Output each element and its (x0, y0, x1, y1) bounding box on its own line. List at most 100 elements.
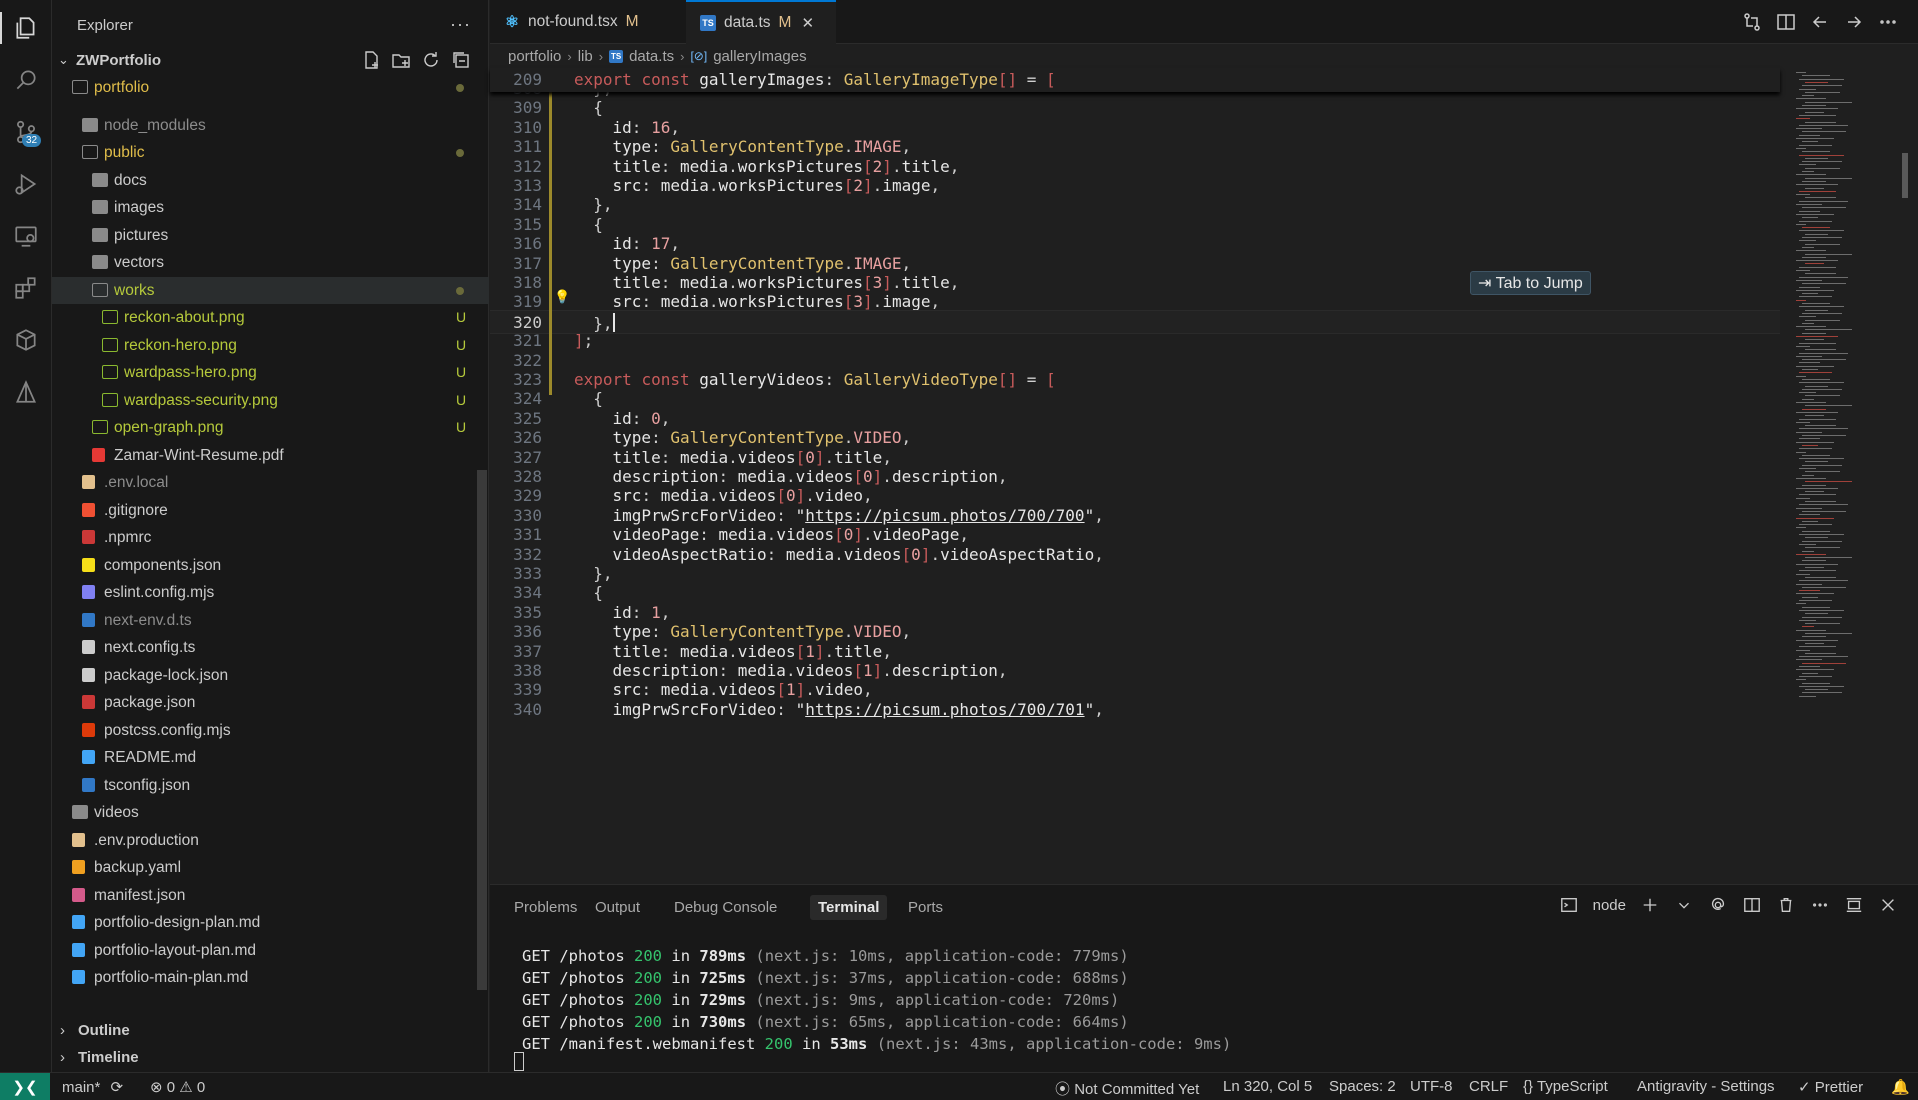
tree-item[interactable]: README.md (52, 744, 489, 771)
branch-indicator[interactable]: main* ⟳ (62, 1078, 123, 1096)
tree-item[interactable]: portfolio-layout-plan.md (52, 937, 489, 964)
tab-ports[interactable]: Ports (900, 895, 951, 920)
code-token: : (651, 253, 671, 273)
tree-item-label: backup.yaml (94, 859, 182, 876)
problems-indicator[interactable]: ⊗ 0 ⚠ 0 (150, 1078, 205, 1096)
deploy-icon[interactable] (12, 378, 40, 406)
code-token: . (872, 292, 883, 312)
close-icon[interactable] (1878, 895, 1898, 915)
git-blame-indicator[interactable]: ⦿ Not Committed Yet (1055, 1078, 1199, 1099)
outline-section[interactable]: › Outline (52, 1020, 489, 1042)
remote-explorer-icon[interactable] (12, 222, 40, 250)
project-header[interactable]: ⌄ ZWPortfolio (52, 50, 489, 72)
search-icon[interactable] (12, 66, 40, 94)
tab-not-found[interactable]: ⚛ not-found.tsx M (490, 0, 686, 44)
tree-item[interactable]: package-lock.json (52, 662, 489, 689)
notifications-icon[interactable]: 🔔 (1891, 1078, 1910, 1096)
terminal-shell-name[interactable]: node (1593, 897, 1626, 914)
tree-item[interactable]: docs (52, 167, 489, 194)
collapse-all-icon[interactable] (451, 50, 471, 70)
tree-item[interactable]: next-env.d.ts (52, 607, 489, 634)
compare-changes-icon[interactable] (1742, 12, 1762, 32)
breadcrumb-lib[interactable]: lib (578, 48, 593, 65)
breadcrumb-symbol[interactable]: galleryImages (713, 48, 806, 65)
tree-item[interactable]: backup.yaml (52, 854, 489, 881)
tree-item[interactable]: postcss.config.mjs (52, 717, 489, 744)
at-mention-icon[interactable] (1708, 895, 1728, 915)
tree-item[interactable]: pictures (52, 222, 489, 249)
more-actions-icon[interactable] (1810, 895, 1830, 915)
tree-item[interactable]: node_modules (52, 112, 489, 139)
line-ending[interactable]: CRLF (1469, 1078, 1508, 1095)
go-forward-icon[interactable] (1844, 12, 1864, 32)
tree-item[interactable]: Zamar-Wint-Resume.pdf (52, 442, 489, 469)
lightbulb-icon[interactable]: 💡 (554, 290, 570, 305)
remote-indicator[interactable]: ❯❮ (0, 1073, 50, 1100)
go-back-icon[interactable] (1810, 12, 1830, 32)
run-debug-icon[interactable] (12, 170, 40, 198)
encoding[interactable]: UTF-8 (1410, 1078, 1453, 1095)
tree-item[interactable]: components.json (52, 552, 489, 579)
new-terminal-icon[interactable] (1640, 895, 1660, 915)
tree-item[interactable]: reckon-hero.png U (52, 332, 489, 359)
tab-output[interactable]: Output (587, 895, 648, 920)
split-terminal-icon[interactable] (1742, 895, 1762, 915)
tree-item[interactable]: vectors (52, 249, 489, 276)
refresh-icon[interactable] (421, 50, 441, 70)
breadcrumb-portfolio[interactable]: portfolio (508, 48, 561, 65)
minimap-line (1802, 408, 1826, 410)
timeline-section[interactable]: › Timeline (52, 1047, 489, 1069)
tree-item[interactable]: .gitignore (52, 497, 489, 524)
trash-icon[interactable] (1776, 895, 1796, 915)
tree-item[interactable]: public (52, 139, 489, 166)
new-file-icon[interactable] (361, 50, 381, 70)
indentation[interactable]: Spaces: 2 (1329, 1078, 1396, 1095)
language-mode[interactable]: {} TypeScript (1523, 1078, 1608, 1095)
tab-problems[interactable]: Problems (506, 895, 585, 920)
code-editor[interactable]: 209 export const galleryImages: GalleryIm… (490, 68, 1918, 880)
tree-item[interactable]: .env.production (52, 827, 489, 854)
tree-item[interactable]: next.config.ts (52, 634, 489, 661)
chevron-down-icon[interactable] (1674, 895, 1694, 915)
tree-item-label: open-graph.png (114, 419, 224, 436)
tree-item[interactable]: .env.local (52, 469, 489, 496)
minimap[interactable] (1780, 68, 1904, 828)
tree-item[interactable]: eslint.config.mjs (52, 579, 489, 606)
containers-icon[interactable] (12, 326, 40, 354)
tree-item[interactable]: package.json (52, 689, 489, 716)
tree-item[interactable]: videos (52, 799, 489, 826)
close-icon[interactable]: ✕ (801, 14, 814, 32)
tree-item[interactable]: images (52, 194, 489, 221)
terminal-in: in (802, 1035, 821, 1053)
new-folder-icon[interactable] (391, 50, 411, 70)
sidebar-scrollbar[interactable] (477, 470, 487, 990)
editor-scrollbar[interactable] (1902, 153, 1908, 198)
tree-item[interactable]: reckon-about.png U (52, 304, 489, 331)
settings-indicator[interactable]: Antigravity - Settings (1637, 1078, 1775, 1095)
tree-item[interactable]: .npmrc (52, 524, 489, 551)
more-actions-icon[interactable] (1878, 12, 1898, 32)
minimap-line (1796, 223, 1806, 225)
tree-item[interactable]: wardpass-hero.png U (52, 359, 489, 386)
explorer-icon[interactable] (12, 14, 40, 42)
tree-item[interactable]: portfolio-design-plan.md (52, 909, 489, 936)
split-editor-icon[interactable] (1776, 12, 1796, 32)
tree-item[interactable]: portfolio (52, 74, 489, 101)
cursor-position[interactable]: Ln 320, Col 5 (1223, 1078, 1312, 1095)
code-token: . (805, 486, 815, 506)
breadcrumb-file[interactable]: data.ts (629, 48, 674, 65)
prettier-indicator[interactable]: ✓ Prettier (1798, 1078, 1863, 1096)
maximize-panel-icon[interactable] (1844, 895, 1864, 915)
tree-item[interactable]: portfolio-main-plan.md (52, 964, 489, 991)
tree-item[interactable]: open-graph.png U (52, 414, 489, 441)
tree-item[interactable]: manifest.json (52, 882, 489, 909)
more-actions-icon[interactable]: ··· (450, 14, 471, 35)
tree-item[interactable]: works (52, 276, 489, 304)
tab-debug-console[interactable]: Debug Console (666, 895, 785, 920)
tab-data-ts[interactable]: TS data.ts M ✕ (686, 0, 836, 44)
tree-item[interactable]: tsconfig.json (52, 772, 489, 799)
extensions-icon[interactable] (12, 274, 40, 302)
sticky-scroll-line[interactable]: 209 export const galleryImages: GalleryIm… (490, 68, 1780, 92)
tree-item[interactable]: wardpass-security.png U (52, 387, 489, 414)
tab-terminal[interactable]: Terminal (810, 895, 888, 920)
